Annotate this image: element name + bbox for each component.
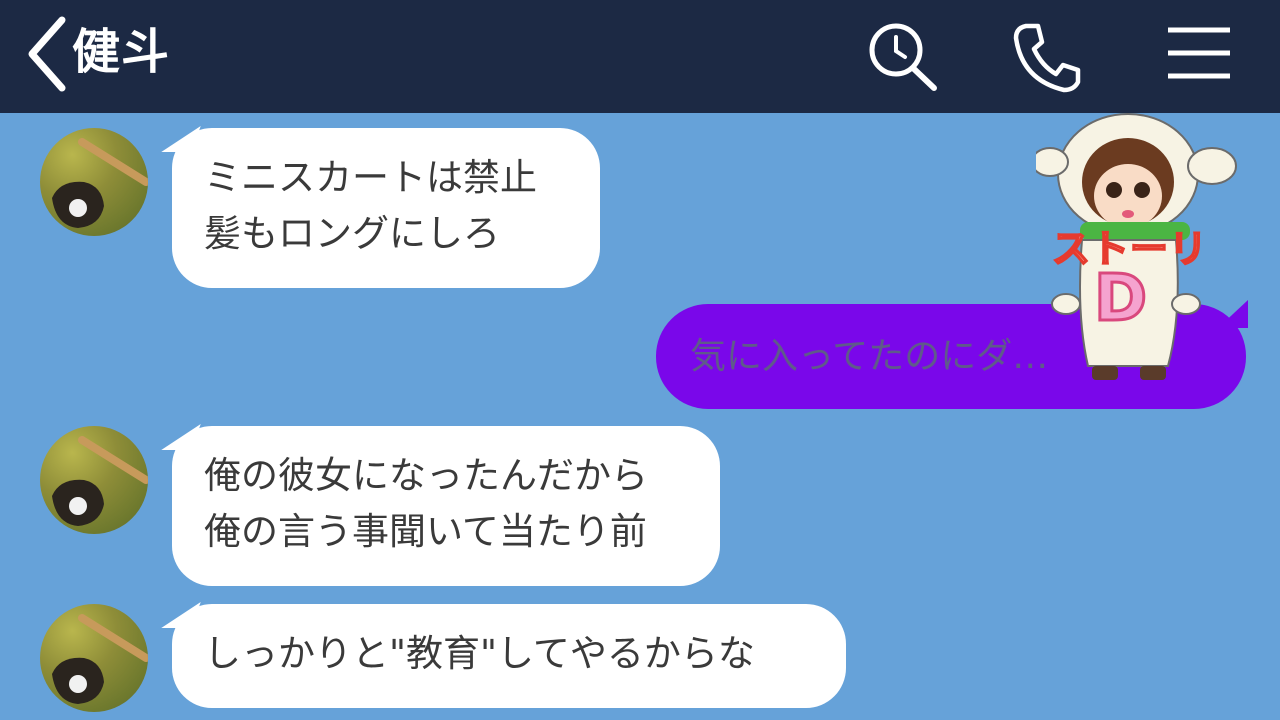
message-bubble[interactable]: しっかりと"教育"してやるからな	[172, 604, 846, 708]
message-text: 気に入ってたのにダ…	[690, 336, 1049, 377]
baseball-glove-icon	[52, 436, 148, 526]
baseball-glove-icon	[52, 614, 148, 704]
message-text: 髪もロングにしろ	[204, 212, 500, 255]
search-button[interactable]	[864, 18, 942, 96]
sender-avatar[interactable]	[40, 604, 148, 712]
baseball-glove-icon	[52, 138, 148, 228]
sender-avatar[interactable]	[40, 128, 148, 236]
message-text: 俺の言う事聞いて当たり前	[204, 510, 647, 553]
back-chevron-icon	[28, 16, 66, 92]
sticker-letter: D	[1092, 261, 1148, 338]
message-text: しっかりと"教育"してやるからな	[204, 632, 755, 675]
menu-button[interactable]	[1160, 20, 1238, 90]
message-text: 俺の彼女になったんだから	[204, 454, 648, 497]
message-text: ミニスカートは禁止	[204, 156, 537, 199]
menu-icon	[1168, 27, 1230, 79]
sender-avatar[interactable]	[40, 426, 148, 534]
back-button[interactable]	[22, 14, 70, 94]
chat-header: 健斗	[0, 0, 1280, 113]
message-bubble[interactable]: ミニスカートは禁止 髪もロングにしろ	[172, 128, 600, 288]
message-bubble[interactable]: 俺の彼女になったんだから 俺の言う事聞いて当たり前	[172, 426, 720, 586]
call-button[interactable]	[1008, 18, 1086, 96]
call-icon	[1013, 23, 1081, 93]
search-icon	[869, 23, 937, 91]
chat-title: 健斗	[72, 24, 171, 80]
